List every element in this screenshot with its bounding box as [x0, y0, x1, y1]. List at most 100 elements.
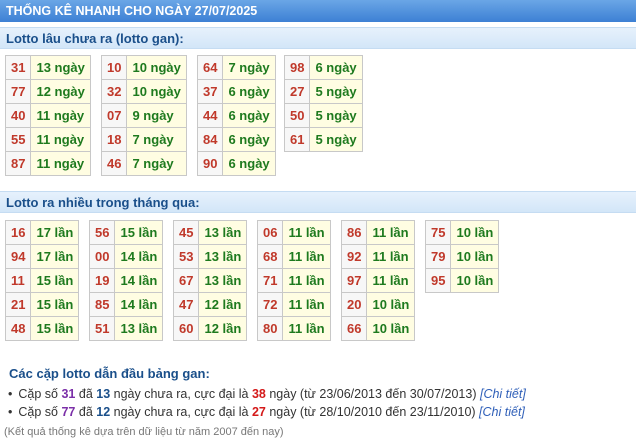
- table-row: 97 11 lần: [340, 268, 416, 293]
- lotto-number: 79: [424, 244, 452, 269]
- lotto-number: 67: [172, 268, 200, 293]
- table-row: 47 12 lần: [172, 292, 248, 317]
- table-row: 19 14 lần: [88, 268, 164, 293]
- lotto-number: 97: [340, 268, 368, 293]
- lotto-number: 18: [100, 127, 128, 152]
- lotto-number: 60: [172, 316, 200, 341]
- footnote: (Kết quả thống kê dựa trên dữ liệu từ nă…: [4, 426, 284, 438]
- lotto-number: 20: [340, 292, 368, 317]
- times-count: 15 lần: [30, 292, 80, 317]
- times-count: 12 lần: [198, 316, 248, 341]
- lotto-number: 68: [256, 244, 284, 269]
- times-count: 15 lần: [114, 220, 164, 245]
- days-count: 5 ngày: [309, 79, 363, 104]
- table-row: 16 17 lần: [4, 220, 80, 245]
- pair-max: 38: [251, 387, 266, 401]
- pairs-title: Các cặp lotto dẫn đầu bảng gan:: [9, 366, 210, 381]
- table-row: 75 10 lần: [424, 220, 500, 245]
- gan-section-header: Lotto lâu chưa ra (lotto gan):: [0, 27, 636, 49]
- lotto-number: 19: [88, 268, 116, 293]
- table-row: 56 15 lần: [88, 220, 164, 245]
- times-count: 10 lần: [450, 244, 500, 269]
- lotto-number: 66: [340, 316, 368, 341]
- lotto-number: 64: [196, 55, 224, 80]
- table-row: 64 7 ngày: [196, 55, 276, 80]
- lotto-number: 61: [283, 127, 311, 152]
- pair-number: 31: [61, 387, 76, 401]
- lotto-number: 21: [4, 292, 32, 317]
- table-row: 53 13 lần: [172, 244, 248, 269]
- days-count: 6 ngày: [222, 79, 276, 104]
- days-count: 6 ngày: [222, 103, 276, 128]
- lotto-number: 46: [100, 151, 128, 176]
- table-row: 00 14 lần: [88, 244, 164, 269]
- lotto-number: 00: [88, 244, 116, 269]
- table-row: 72 11 lần: [256, 292, 331, 317]
- times-count: 11 lần: [366, 244, 416, 269]
- frequent-table-3: 45 13 lần 53 13 lần 67 13 lần 47 12 lần 60 12…: [172, 220, 248, 341]
- table-row: 44 6 ngày: [196, 103, 276, 128]
- lotto-number: 71: [256, 268, 284, 293]
- days-count: 6 ngày: [222, 151, 276, 176]
- table-row: 92 11 lần: [340, 244, 416, 269]
- days-count: 12 ngày: [30, 79, 91, 104]
- lotto-number: 44: [196, 103, 224, 128]
- days-count: 10 ngày: [126, 55, 187, 80]
- table-row: 27 5 ngày: [283, 79, 363, 104]
- table-row: 21 15 lần: [4, 292, 80, 317]
- pair-text: Cặp số: [18, 405, 62, 419]
- table-row: 86 11 lần: [340, 220, 416, 245]
- detail-link[interactable]: [Chi tiết]: [480, 387, 526, 401]
- lotto-number: 06: [256, 220, 284, 245]
- days-count: 10 ngày: [126, 79, 187, 104]
- list-item: • Cặp số 31 đã 13 ngày chưa ra, cực đại l…: [8, 385, 526, 403]
- table-row: 79 10 lần: [424, 244, 500, 269]
- times-count: 15 lần: [30, 268, 80, 293]
- pair-max: 27: [251, 405, 266, 419]
- table-row: 90 6 ngày: [196, 151, 276, 176]
- table-row: 98 6 ngày: [283, 55, 363, 80]
- table-row: 11 15 lần: [4, 268, 80, 293]
- lotto-number: 32: [100, 79, 128, 104]
- days-count: 11 ngày: [30, 103, 91, 128]
- table-row: 80 11 lần: [256, 316, 331, 341]
- times-count: 13 lần: [198, 268, 248, 293]
- lotto-number: 51: [88, 316, 116, 341]
- lotto-number: 92: [340, 244, 368, 269]
- frequent-table-2: 56 15 lần 00 14 lần 19 14 lần 85 14 lần 51 13…: [88, 220, 164, 341]
- lotto-number: 31: [4, 55, 32, 80]
- table-row: 06 11 lần: [256, 220, 331, 245]
- days-count: 5 ngày: [309, 127, 363, 152]
- lotto-number: 48: [4, 316, 32, 341]
- table-row: 71 11 lần: [256, 268, 331, 293]
- days-count: 7 ngày: [222, 55, 276, 80]
- lotto-number: 56: [88, 220, 116, 245]
- times-count: 11 lần: [282, 244, 331, 269]
- times-count: 11 lần: [282, 292, 331, 317]
- times-count: 13 lần: [198, 220, 248, 245]
- frequent-section-header: Lotto ra nhiều trong tháng qua:: [0, 191, 636, 213]
- lotto-number: 87: [4, 151, 32, 176]
- lotto-number: 11: [4, 268, 32, 293]
- table-row: 77 12 ngày: [4, 79, 91, 104]
- bullet-icon: •: [8, 387, 13, 401]
- days-count: 6 ngày: [309, 55, 363, 80]
- lotto-number: 94: [4, 244, 32, 269]
- table-row: 46 7 ngày: [100, 151, 187, 176]
- times-count: 12 lần: [198, 292, 248, 317]
- table-row: 45 13 lần: [172, 220, 248, 245]
- table-row: 48 15 lần: [4, 316, 80, 341]
- bullet-icon: •: [8, 405, 13, 419]
- days-count: 7 ngày: [126, 151, 187, 176]
- table-row: 50 5 ngày: [283, 103, 363, 128]
- table-row: 61 5 ngày: [283, 127, 363, 152]
- detail-link[interactable]: [Chi tiết]: [479, 405, 525, 419]
- pair-text: ngày (từ 23/06/2013 đến 30/07/2013): [265, 387, 480, 401]
- times-count: 13 lần: [114, 316, 164, 341]
- table-row: 40 11 ngày: [4, 103, 91, 128]
- pair-text: ngày chưa ra, cực đại là: [110, 387, 252, 401]
- table-row: 85 14 lần: [88, 292, 164, 317]
- times-count: 17 lần: [30, 244, 80, 269]
- times-count: 11 lần: [282, 316, 331, 341]
- times-count: 11 lần: [282, 268, 331, 293]
